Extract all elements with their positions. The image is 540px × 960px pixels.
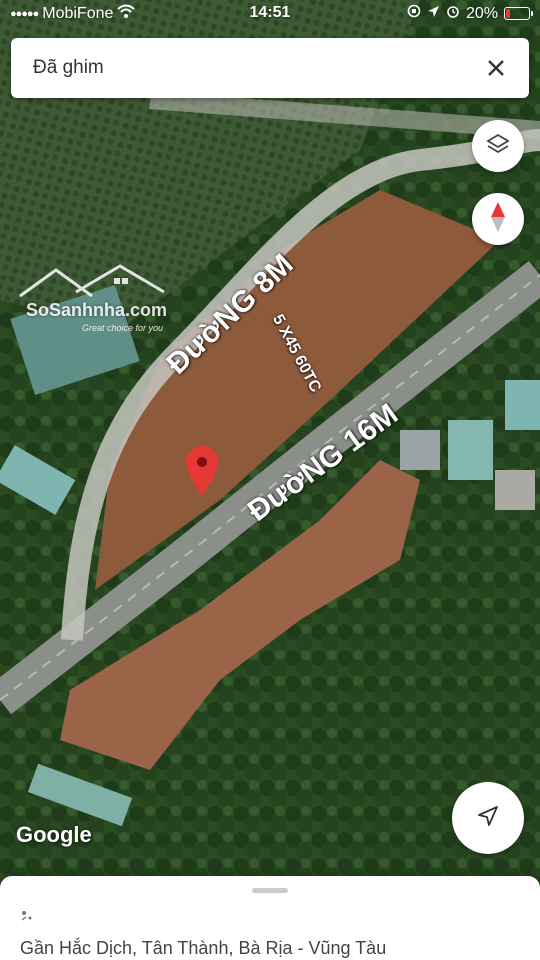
compass-icon: [490, 201, 506, 237]
location-arrow-icon: [427, 5, 440, 23]
status-bar: ●●●●● MobiFone 14:51 20%: [0, 0, 540, 28]
battery-icon: [504, 7, 533, 20]
layers-button[interactable]: [472, 120, 524, 172]
close-icon[interactable]: [479, 51, 513, 85]
place-address: Gần Hắc Dịch, Tân Thành, Bà Rịa - Vũng T…: [20, 938, 387, 958]
sheet-drag-handle[interactable]: [252, 888, 288, 893]
place-bottom-sheet[interactable]: Gần Hắc Dịch, Tân Thành, Bà Rịa - Vũng T…: [0, 876, 540, 960]
compass-button[interactable]: [472, 193, 524, 245]
navigation-arrow-icon: [477, 805, 499, 832]
watermark-brand: SoSanhnha.com: [26, 300, 168, 320]
layers-icon: [486, 132, 510, 161]
my-location-button[interactable]: [452, 782, 524, 854]
alarm-icon: [446, 4, 460, 23]
watermark-tagline: Great choice for you: [82, 323, 164, 333]
battery-percent: 20%: [465, 4, 498, 22]
location-pin-icon[interactable]: [184, 444, 220, 498]
place-type-icon: [18, 908, 36, 926]
google-attribution: Google: [16, 822, 92, 847]
battery-level-fill: [506, 9, 510, 18]
rotation-lock-icon: [407, 4, 421, 23]
search-bar[interactable]: Đã ghim: [11, 38, 529, 98]
watermark-logo: SoSanhnha.com Great choice for you: [16, 262, 176, 342]
search-query-text[interactable]: Đã ghim: [33, 57, 104, 79]
